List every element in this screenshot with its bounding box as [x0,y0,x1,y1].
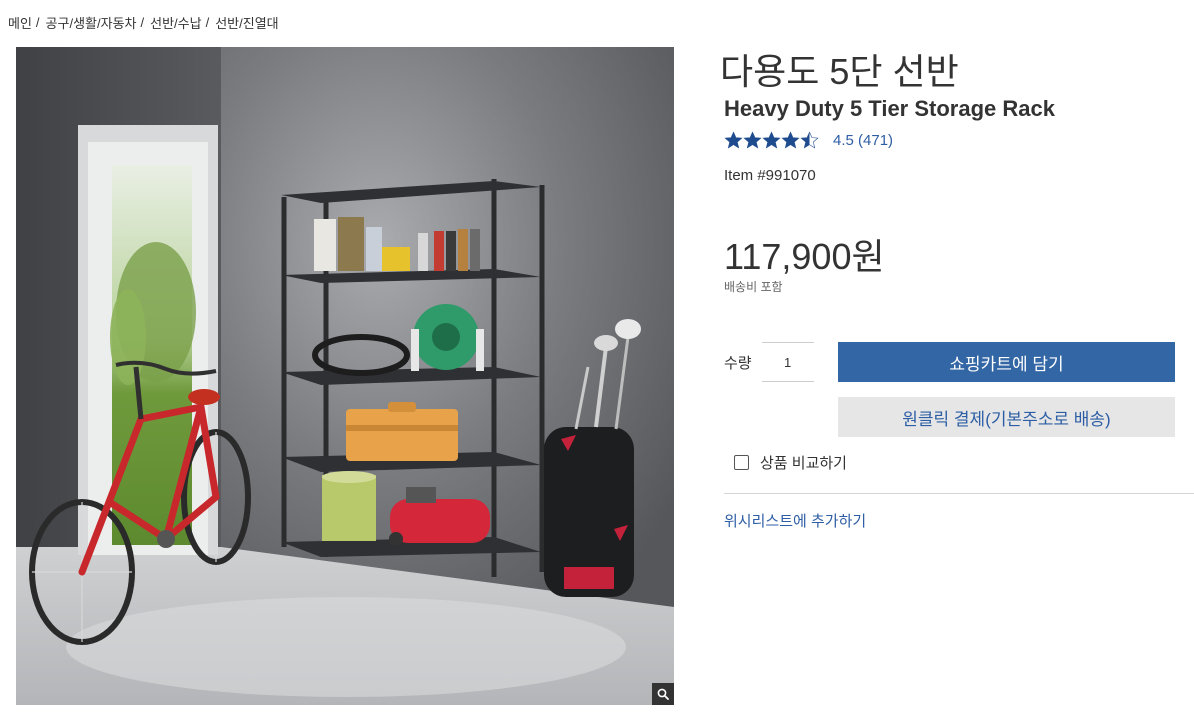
product-image[interactable] [16,47,674,705]
quantity-input[interactable] [762,342,814,382]
compare-product-toggle[interactable]: 상품 비교하기 [734,452,847,473]
rating-value: 4.5 [833,132,854,149]
add-to-wishlist-link[interactable]: 위시리스트에 추가하기 [724,510,866,531]
magnifier-icon [657,688,669,700]
checkbox-icon[interactable] [734,455,749,470]
zoom-button[interactable] [652,683,674,705]
product-title-english: Heavy Duty 5 Tier Storage Rack [724,96,1055,121]
breadcrumb-separator: / [35,15,40,30]
rating-summary: 4.5 (471) [833,132,893,149]
breadcrumb-separator: / [140,15,145,30]
divider [724,493,1194,494]
review-count: (471) [858,132,894,149]
rating-stars [724,131,819,150]
item-number: Item #991070 [724,167,816,184]
star-icon [743,131,762,149]
star-icon [781,131,800,149]
product-title-korean: 다용도 5단 선반 [720,51,959,92]
breadcrumb-item-main[interactable]: 메인 [8,13,32,32]
breadcrumb: 메인 / 공구/생활/자동차 / 선반/수납 / 선반/진열대 [8,13,279,32]
breadcrumb-item-shelves[interactable]: 선반/진열대 [215,13,278,32]
product-price: 117,900원 [724,236,885,277]
star-icon [762,131,781,149]
one-click-checkout-button[interactable]: 원클릭 결제(기본주소로 배송) [838,397,1175,437]
shipping-note: 배송비 포함 [724,280,783,294]
compare-label: 상품 비교하기 [760,455,847,472]
star-icon [724,131,743,149]
breadcrumb-separator: / [205,15,210,30]
breadcrumb-item-tools[interactable]: 공구/생활/자동차 [46,13,137,32]
breadcrumb-item-shelving-storage[interactable]: 선반/수납 [150,13,201,32]
quantity-label: 수량 [724,355,752,372]
product-photo [16,47,674,705]
product-rating[interactable]: 4.5 (471) [724,131,893,150]
star-icon [800,131,819,149]
add-to-cart-button[interactable]: 쇼핑카트에 담기 [838,342,1175,382]
